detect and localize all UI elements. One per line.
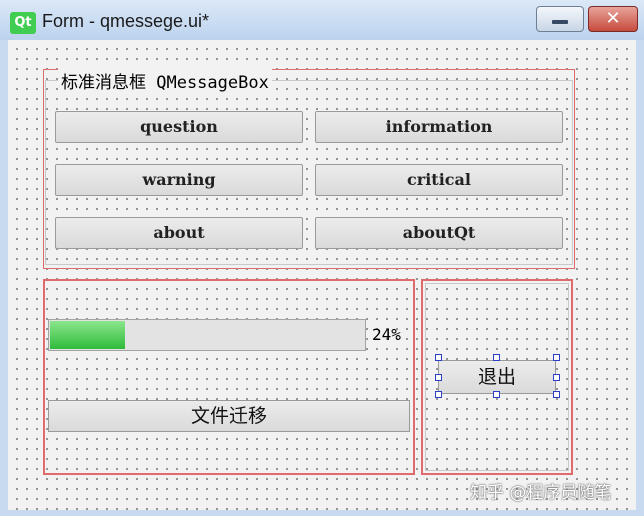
designer-window: Qt Form - qmessege.ui* ✕ 标准消息框 QMessageB…	[0, 0, 644, 516]
resize-handle-top[interactable]	[493, 354, 500, 361]
resize-handle-right[interactable]	[553, 374, 560, 381]
resize-handle-bottom-right[interactable]	[553, 391, 560, 398]
title-bar[interactable]: Qt Form - qmessege.ui* ✕	[0, 0, 644, 40]
aboutqt-button[interactable]: aboutQt	[315, 217, 563, 249]
close-button[interactable]: ✕	[588, 6, 638, 32]
resize-handle-bottom[interactable]	[493, 391, 500, 398]
window-title: Form - qmessege.ui*	[42, 11, 210, 31]
critical-button[interactable]: critical	[315, 164, 563, 196]
file-migrate-button[interactable]: 文件迁移	[48, 400, 410, 432]
warning-button[interactable]: warning	[55, 164, 303, 196]
groupbox-title: 标准消息框 QMessageBox	[58, 68, 272, 93]
resize-handle-bottom-left[interactable]	[435, 391, 442, 398]
resize-handle-top-right[interactable]	[553, 354, 560, 361]
quit-button[interactable]: 退出	[438, 360, 556, 394]
question-button[interactable]: question	[55, 111, 303, 143]
resize-handle-left[interactable]	[435, 374, 442, 381]
close-icon: ✕	[605, 8, 621, 29]
progress-percent: 24%	[372, 325, 401, 344]
progress-fill	[50, 321, 125, 349]
left-layout-frame	[43, 279, 415, 475]
minimize-icon	[552, 20, 568, 24]
watermark: 知乎 @程序员随笔	[470, 483, 612, 503]
about-button[interactable]: about	[55, 217, 303, 249]
information-button[interactable]: information	[315, 111, 563, 143]
qt-logo-icon: Qt	[10, 12, 36, 34]
minimize-button[interactable]	[536, 6, 584, 32]
resize-handle-top-left[interactable]	[435, 354, 442, 361]
progress-bar[interactable]	[48, 319, 366, 351]
